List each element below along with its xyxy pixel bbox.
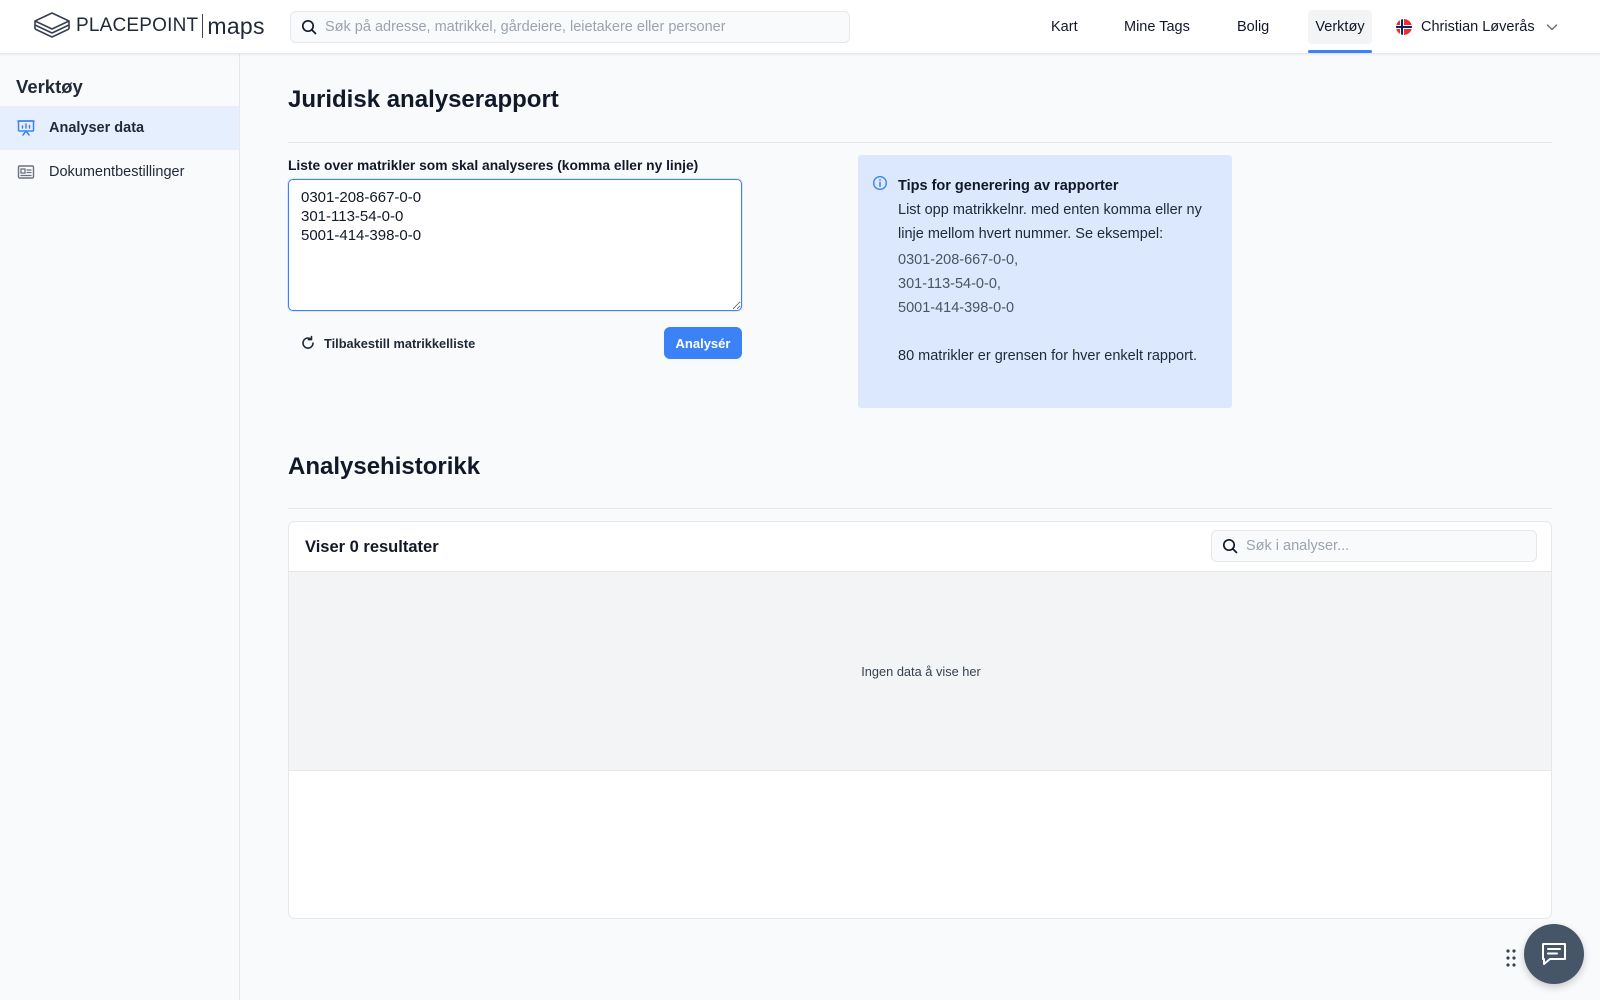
id-card-icon [17, 165, 35, 179]
tips-title: Tips for generering av rapporter [898, 178, 1119, 194]
chat-bubble-icon [1542, 943, 1566, 965]
logo-separator [202, 14, 204, 38]
norway-flag-icon [1396, 19, 1412, 35]
empty-state-text: Ingen data å vise her [861, 663, 981, 679]
tips-example-2: 301-113-54-0-0, [898, 276, 1001, 292]
nav-kart[interactable]: Kart [1045, 10, 1084, 44]
matrikkel-field-label: Liste over matrikler som skal analyseres… [288, 158, 699, 173]
search-icon [1222, 538, 1238, 554]
nav-bolig[interactable]: Bolig [1231, 10, 1275, 44]
tips-box: Tips for generering av rapporter List op… [858, 155, 1232, 408]
search-icon [301, 19, 317, 35]
sidebar-title: Verktøy [16, 76, 83, 97]
nav-mine-tags[interactable]: Mine Tags [1118, 10, 1196, 44]
logo[interactable]: PLACEPOINT maps [32, 10, 265, 42]
layers-logo-icon [34, 12, 70, 38]
report-title: Juridisk analyserapport [288, 86, 559, 113]
tips-limit: 80 matrikler er grensen for hver enkelt … [898, 348, 1197, 364]
chevron-down-icon [1546, 24, 1557, 31]
tips-example-1: 0301-208-667-0-0, [898, 252, 1019, 268]
empty-state: Ingen data å vise her [289, 571, 1551, 771]
drag-handle-icon[interactable] [1505, 948, 1517, 968]
history-search-input[interactable] [1246, 538, 1526, 554]
nav-active-indicator [1308, 50, 1372, 53]
analyse-button[interactable]: Analysér [664, 327, 742, 359]
global-search-box[interactable] [290, 11, 850, 43]
info-icon [872, 175, 888, 191]
sidebar-item-label: Dokumentbestillinger [49, 164, 185, 180]
chat-button[interactable] [1524, 924, 1584, 984]
top-bar: PLACEPOINT maps Kart Mine Tags Bolig Ver… [0, 0, 1600, 54]
divider [288, 142, 1552, 143]
logo-brand: PLACEPOINT [76, 15, 199, 36]
logo-product: maps [207, 12, 265, 39]
sidebar-item-analyser-data[interactable]: Analyser data [0, 106, 239, 150]
matrikkel-textarea[interactable]: 0301-208-667-0-0 301-113-54-0-0 5001-414… [288, 179, 742, 311]
nav-verktoy[interactable]: Verktøy [1308, 10, 1372, 44]
tips-example-3: 5001-414-398-0-0 [898, 300, 1015, 316]
reset-button-label: Tilbakestill matrikkelliste [324, 335, 476, 351]
history-title: Analysehistorikk [288, 453, 481, 480]
history-card: Viser 0 resultater Ingen data å vise her [288, 521, 1552, 919]
sidebar: Verktøy Analyser data Dokumentbestilling… [0, 54, 240, 1000]
tips-text: List opp matrikkelnr. med enten komma el… [898, 202, 1202, 242]
sidebar-item-dokumentbestillinger[interactable]: Dokumentbestillinger [0, 150, 239, 194]
divider [288, 508, 1552, 509]
sidebar-item-label: Analyser data [49, 120, 145, 136]
user-name: Christian Løverås [1421, 19, 1535, 35]
history-search-box[interactable] [1211, 530, 1537, 562]
results-count: Viser 0 resultater [305, 538, 439, 556]
reset-matrikkel-button[interactable]: Tilbakestill matrikkelliste [300, 332, 475, 354]
user-menu[interactable]: Christian Løverås [1396, 14, 1559, 40]
refresh-icon [302, 335, 314, 349]
presentation-chart-icon [17, 120, 35, 136]
global-search-input[interactable] [325, 19, 825, 35]
